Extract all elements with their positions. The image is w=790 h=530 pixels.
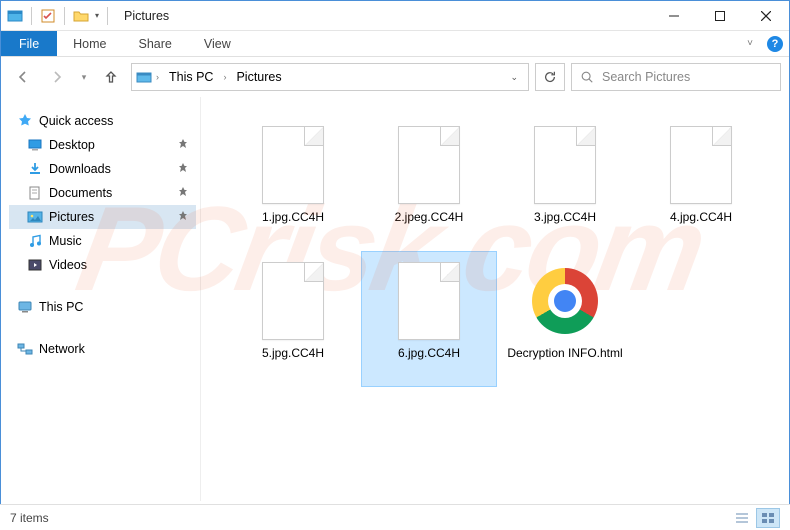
search-box[interactable]: Search Pictures [571, 63, 781, 91]
pin-icon [178, 139, 188, 152]
address-bar[interactable]: › This PC › Pictures ⌄ [131, 63, 529, 91]
generic-file-icon [670, 126, 732, 204]
sidebar-item-label: Music [49, 234, 82, 248]
quick-access-toolbar: ▾ [7, 7, 112, 25]
file-item[interactable]: 5.jpg.CC4H [225, 251, 361, 387]
navigation-bar: ▾ › This PC › Pictures ⌄ Search Pictures [1, 57, 789, 97]
help-icon: ? [767, 36, 783, 52]
sidebar-item-videos[interactable]: Videos [9, 253, 196, 277]
pin-icon [178, 211, 188, 224]
sidebar-item-label: Network [39, 342, 85, 356]
file-item[interactable]: 4.jpg.CC4H [633, 115, 769, 251]
chevron-right-icon[interactable]: › [221, 72, 228, 82]
sidebar-item-label: Pictures [49, 210, 94, 224]
videos-icon [27, 257, 43, 273]
chevron-right-icon[interactable]: › [154, 72, 161, 82]
sidebar-item-label: Videos [49, 258, 87, 272]
pin-icon [178, 187, 188, 200]
back-button[interactable] [9, 63, 37, 91]
location-icon [136, 69, 152, 85]
sidebar-item-label: Desktop [49, 138, 95, 152]
file-name: 5.jpg.CC4H [262, 346, 324, 361]
generic-file-icon [398, 262, 460, 340]
status-item-count: 7 items [10, 511, 49, 525]
file-item[interactable]: 6.jpg.CC4H [361, 251, 497, 387]
sidebar-item-label: Downloads [49, 162, 111, 176]
chrome-icon [532, 268, 598, 334]
files-container: 1.jpg.CC4H 2.jpeg.CC4H 3.jpg.CC4H 4.jpg.CC4… [225, 115, 779, 387]
file-item[interactable]: 2.jpeg.CC4H [361, 115, 497, 251]
sidebar-item-label: Documents [49, 186, 112, 200]
generic-file-icon [398, 126, 460, 204]
breadcrumb-label: This PC [169, 70, 213, 84]
window-controls [651, 1, 789, 31]
icons-view-button[interactable] [756, 508, 780, 528]
pin-icon [178, 163, 188, 176]
network-icon [17, 341, 33, 357]
desktop-icon [27, 137, 43, 153]
refresh-button[interactable] [535, 63, 565, 91]
details-view-button[interactable] [730, 508, 754, 528]
address-dropdown-button[interactable]: ⌄ [504, 72, 524, 83]
computer-icon [17, 299, 33, 315]
sidebar-network[interactable]: Network [9, 337, 196, 361]
tab-home[interactable]: Home [57, 31, 122, 56]
downloads-icon [27, 161, 43, 177]
app-icon[interactable] [7, 8, 23, 24]
breadcrumb-label: Pictures [236, 70, 281, 84]
sidebar-item-downloads[interactable]: Downloads [9, 157, 196, 181]
ribbon: File Home Share View ˅ ? [1, 31, 789, 57]
file-name: 3.jpg.CC4H [534, 210, 596, 225]
minimize-button[interactable] [651, 1, 697, 31]
sidebar-quick-access[interactable]: Quick access [9, 109, 196, 133]
close-button[interactable] [743, 1, 789, 31]
title-bar: ▾ Pictures [1, 1, 789, 31]
recent-locations-button[interactable]: ▾ [77, 63, 91, 91]
generic-file-icon [534, 126, 596, 204]
navigation-pane: Quick access Desktop Downloads Documents Pi… [1, 97, 201, 501]
tab-share[interactable]: Share [123, 31, 188, 56]
sidebar-item-label: Quick access [39, 114, 113, 128]
file-item[interactable]: Decryption INFO.html [497, 251, 633, 387]
up-button[interactable] [97, 63, 125, 91]
window-title: Pictures [124, 9, 169, 23]
file-name: Decryption INFO.html [507, 346, 622, 361]
search-placeholder: Search Pictures [602, 70, 690, 84]
file-name: 1.jpg.CC4H [262, 210, 324, 225]
breadcrumb-pictures[interactable]: Pictures [230, 68, 287, 86]
file-list: PCrisk.com 1.jpg.CC4H2.jpeg.CC4H3.jpg.CC… [201, 97, 789, 501]
folder-qat-icon[interactable] [73, 8, 89, 24]
pictures-icon [27, 209, 43, 225]
generic-file-icon [262, 126, 324, 204]
generic-file-icon [262, 262, 324, 340]
sidebar-item-desktop[interactable]: Desktop [9, 133, 196, 157]
tab-view[interactable]: View [188, 31, 247, 56]
sidebar-item-pictures[interactable]: Pictures [9, 205, 196, 229]
properties-qat-icon[interactable] [40, 8, 56, 24]
forward-button[interactable] [43, 63, 71, 91]
help-button[interactable]: ? [761, 31, 789, 56]
ribbon-toggle-button[interactable]: ˅ [739, 31, 761, 56]
view-mode-buttons [730, 508, 780, 528]
file-name: 2.jpeg.CC4H [395, 210, 464, 225]
body: Quick access Desktop Downloads Documents Pi… [1, 97, 789, 501]
documents-icon [27, 185, 43, 201]
status-bar: 7 items [0, 504, 790, 530]
qat-dropdown-icon[interactable]: ▾ [95, 11, 99, 20]
sidebar-item-music[interactable]: Music [9, 229, 196, 253]
file-item[interactable]: 1.jpg.CC4H [225, 115, 361, 251]
music-icon [27, 233, 43, 249]
breadcrumb-this-pc[interactable]: This PC [163, 68, 219, 86]
search-icon [580, 70, 594, 84]
sidebar-item-documents[interactable]: Documents [9, 181, 196, 205]
file-item[interactable]: 3.jpg.CC4H [497, 115, 633, 251]
sidebar-this-pc[interactable]: This PC [9, 295, 196, 319]
sidebar-item-label: This PC [39, 300, 83, 314]
file-name: 6.jpg.CC4H [398, 346, 460, 361]
star-icon [17, 113, 33, 129]
maximize-button[interactable] [697, 1, 743, 31]
file-name: 4.jpg.CC4H [670, 210, 732, 225]
file-tab[interactable]: File [1, 31, 57, 56]
